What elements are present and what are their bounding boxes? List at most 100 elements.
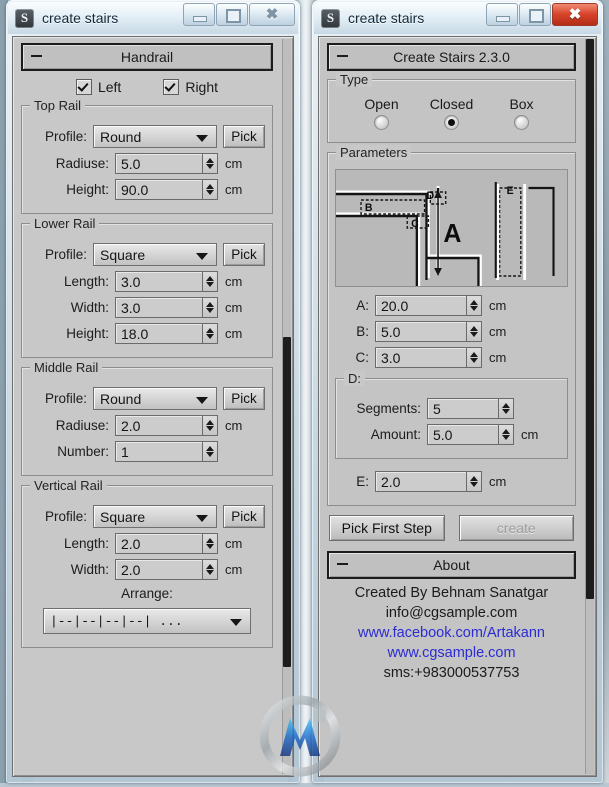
middle-rail-number-input[interactable]: 1 [115, 441, 203, 462]
create-button[interactable]: create [458, 515, 574, 541]
top-rail-radius-stepper[interactable]: 5.0 [115, 153, 218, 174]
middle-rail-pick-button[interactable]: Pick [223, 387, 265, 410]
d-segments-spin[interactable] [499, 398, 514, 419]
vertical-rail-width-stepper[interactable]: 2.0 [115, 559, 218, 580]
top-rail-height-label: Height: [66, 182, 109, 197]
left-window-title: create stairs [42, 10, 119, 26]
top-rail-profile-select[interactable]: Round [93, 125, 217, 148]
arrange-select[interactable]: |--|--|--|--| ... [43, 608, 251, 634]
d-amount-stepper[interactable]: 5.0 [427, 424, 514, 445]
param-a-spin[interactable] [467, 295, 482, 316]
vertical-rail-width-unit: cm [225, 562, 243, 577]
close-button[interactable]: ✖ [249, 3, 295, 26]
left-scrollbar-thumb[interactable] [283, 337, 291, 667]
about-facebook-link[interactable]: www.facebook.com/Artakann [327, 623, 576, 643]
about-website-link[interactable]: www.cgsample.com [327, 643, 576, 663]
rollout-create-stairs[interactable]: Create Stairs 2.3.0 [327, 43, 576, 71]
maximize-button[interactable] [519, 3, 551, 26]
top-rail-height-spin[interactable] [203, 179, 218, 200]
d-amount-unit: cm [521, 427, 539, 442]
param-a-unit: cm [489, 298, 507, 313]
param-e-row: E: 2.0 cm [335, 471, 568, 492]
minimize-button[interactable] [486, 3, 518, 26]
checkbox-left-box[interactable] [75, 79, 92, 95]
pick-first-step-button[interactable]: Pick First Step [329, 515, 445, 541]
checkbox-right[interactable]: Right [163, 79, 218, 95]
lower-rail-width-input[interactable]: 3.0 [115, 297, 203, 318]
param-b-spin[interactable] [467, 321, 482, 342]
param-e-stepper[interactable]: 2.0 [375, 471, 482, 492]
rollout-handrail[interactable]: Handrail [21, 43, 273, 71]
vertical-rail-width-spin[interactable] [203, 559, 218, 580]
lower-rail-height-spin[interactable] [203, 323, 218, 344]
middle-rail-radius-stepper[interactable]: 2.0 [115, 415, 218, 436]
checkbox-right-box[interactable] [163, 79, 180, 95]
arrange-row: |--|--|--|--| ... [29, 608, 265, 634]
vertical-rail-width-input[interactable]: 2.0 [115, 559, 203, 580]
top-rail-radius-unit: cm [225, 156, 243, 171]
minimize-button[interactable] [183, 3, 215, 26]
arrange-value: |--|--|--|--| ... [50, 613, 183, 629]
lower-rail-height-stepper[interactable]: 18.0 [115, 323, 218, 344]
radio-box[interactable] [514, 115, 529, 130]
radio-open-label: Open [364, 96, 399, 112]
lower-rail-width-spin[interactable] [203, 297, 218, 318]
param-c-input[interactable]: 3.0 [375, 347, 467, 368]
vertical-rail-length-stepper[interactable]: 2.0 [115, 533, 218, 554]
radio-closed-label: Closed [429, 96, 474, 112]
param-b-stepper[interactable]: 5.0 [375, 321, 482, 342]
vertical-rail-length-spin[interactable] [203, 533, 218, 554]
param-e-spin[interactable] [467, 471, 482, 492]
param-a-stepper[interactable]: 20.0 [375, 295, 482, 316]
param-e-input[interactable]: 2.0 [375, 471, 467, 492]
middle-rail-radius-spin[interactable] [203, 415, 218, 436]
param-c-label: C: [355, 350, 370, 365]
vertical-rail-width-label: Width: [70, 562, 109, 577]
top-rail-profile-value: Round [100, 128, 142, 145]
middle-rail-radius-input[interactable]: 2.0 [115, 415, 203, 436]
vertical-rail-profile-select[interactable]: Square [93, 505, 217, 528]
param-b-input[interactable]: 5.0 [375, 321, 467, 342]
vertical-rail-length-input[interactable]: 2.0 [115, 533, 203, 554]
rollout-about[interactable]: About [327, 551, 576, 579]
lower-rail-length-spin[interactable] [203, 271, 218, 292]
close-button[interactable]: ✖ [552, 3, 598, 26]
group-lower-rail-legend: Lower Rail [30, 216, 100, 231]
param-a-label: A: [356, 298, 369, 313]
top-rail-radius-spin[interactable] [203, 153, 218, 174]
checkbox-left[interactable]: Left [75, 79, 121, 95]
middle-rail-number-spin[interactable] [203, 441, 218, 462]
top-rail-pick-button[interactable]: Pick [223, 125, 265, 148]
left-window-titlebar[interactable]: create stairs ✖ [8, 2, 298, 34]
lower-rail-width-row: Width: 3.0 cm [29, 297, 265, 318]
param-c-row: C: 3.0 cm [335, 347, 568, 368]
type-radios [335, 115, 568, 130]
top-rail-radius-input[interactable]: 5.0 [115, 153, 203, 174]
lower-rail-width-stepper[interactable]: 3.0 [115, 297, 218, 318]
param-e-unit: cm [489, 474, 507, 489]
radio-closed[interactable] [444, 115, 459, 130]
param-c-spin[interactable] [467, 347, 482, 368]
top-rail-height-stepper[interactable]: 90.0 [115, 179, 218, 200]
maximize-button[interactable] [216, 3, 248, 26]
right-window-titlebar[interactable]: create stairs ✖ [314, 2, 601, 34]
lower-rail-pick-button[interactable]: Pick [223, 243, 265, 266]
top-rail-height-input[interactable]: 90.0 [115, 179, 203, 200]
d-segments-input[interactable]: 5 [427, 398, 499, 419]
right-scrollbar-thumb[interactable] [586, 39, 594, 599]
lower-rail-height-input[interactable]: 18.0 [115, 323, 203, 344]
lower-rail-profile-row: Profile: Square Pick [29, 243, 265, 266]
vertical-rail-pick-button[interactable]: Pick [223, 505, 265, 528]
radio-open[interactable] [374, 115, 389, 130]
d-amount-input[interactable]: 5.0 [427, 424, 499, 445]
middle-rail-number-label: Number: [57, 444, 109, 459]
lower-rail-profile-select[interactable]: Square [93, 243, 217, 266]
middle-rail-profile-select[interactable]: Round [93, 387, 217, 410]
middle-rail-number-stepper[interactable]: 1 [115, 441, 218, 462]
param-c-stepper[interactable]: 3.0 [375, 347, 482, 368]
lower-rail-length-input[interactable]: 3.0 [115, 271, 203, 292]
param-a-input[interactable]: 20.0 [375, 295, 467, 316]
lower-rail-length-stepper[interactable]: 3.0 [115, 271, 218, 292]
d-segments-stepper[interactable]: 5 [427, 398, 514, 419]
d-amount-spin[interactable] [499, 424, 514, 445]
